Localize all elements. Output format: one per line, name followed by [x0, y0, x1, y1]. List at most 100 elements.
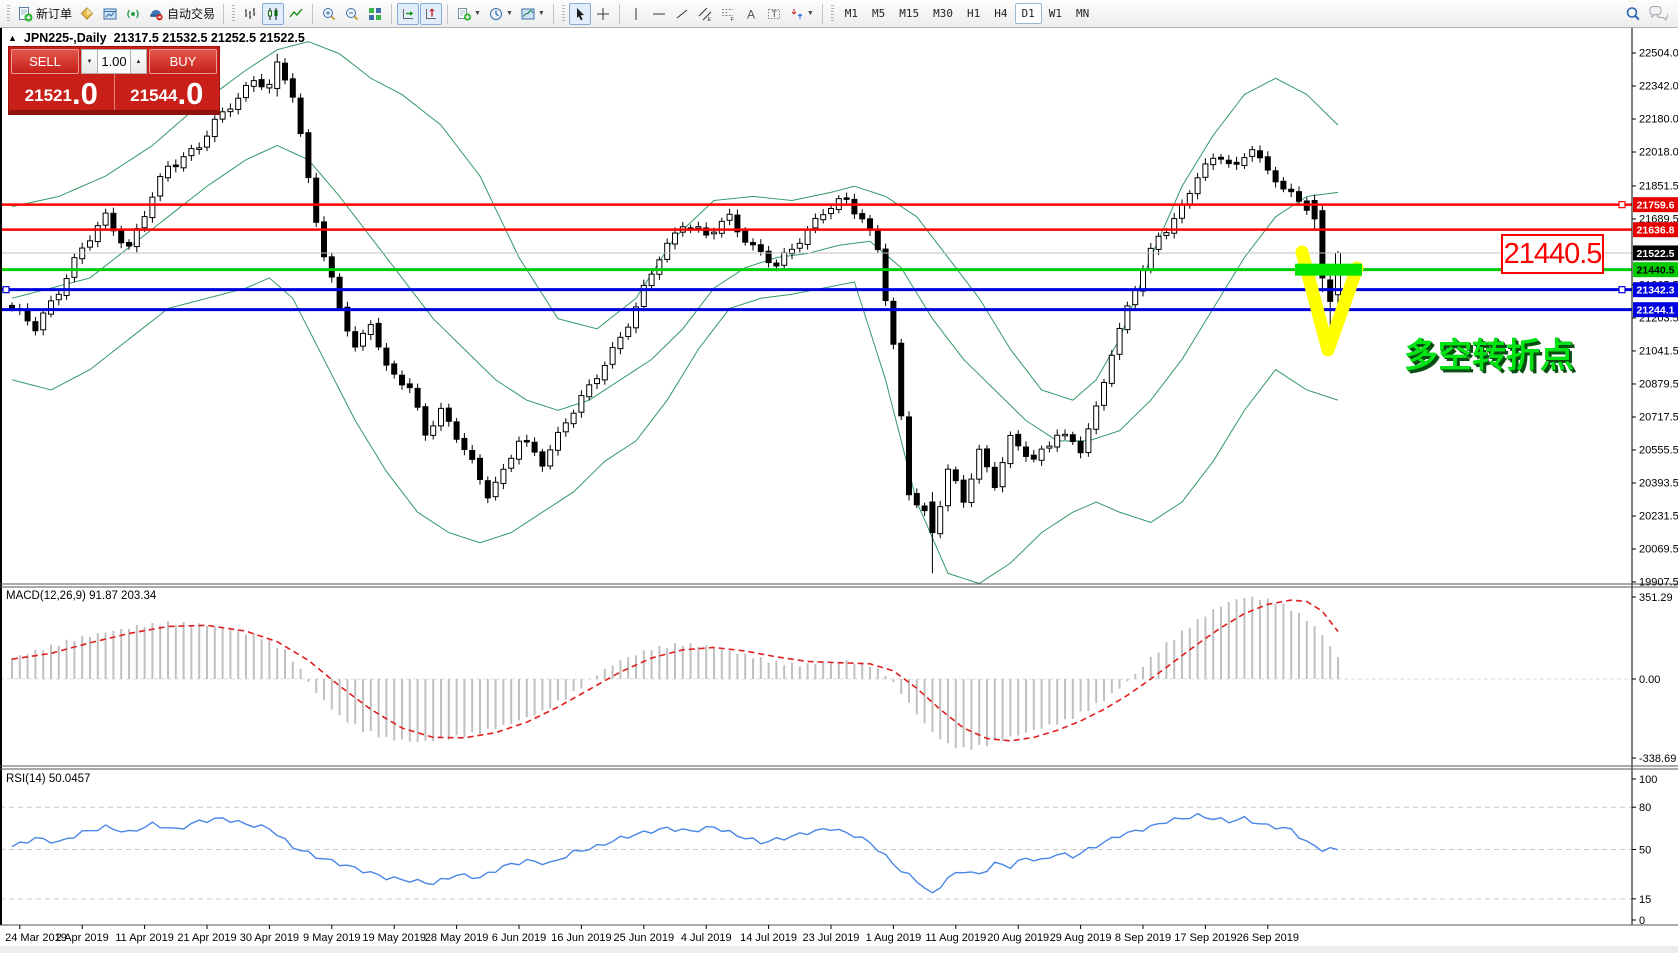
candle	[415, 384, 420, 411]
timeframe-button-m1[interactable]: M1	[838, 3, 865, 24]
timeframe-button-h1[interactable]: H1	[960, 3, 987, 24]
trend-annotation-text[interactable]: 多空转折点	[1404, 328, 1574, 377]
tile-windows-button[interactable]	[364, 3, 386, 25]
mt4-window: 新订单 自动交易	[0, 0, 1678, 953]
chat-icon[interactable]	[1648, 5, 1668, 23]
trendline-icon	[674, 6, 690, 22]
candle	[1086, 423, 1091, 457]
price-badge-21636.8: 21636.8	[1633, 222, 1678, 237]
candle	[1063, 429, 1068, 440]
collapse-trade-panel-icon[interactable]: ▲	[8, 33, 17, 43]
candle	[1125, 302, 1130, 334]
timeframe-button-m15[interactable]: M15	[892, 3, 926, 24]
candle	[1156, 232, 1161, 255]
bar-chart-mode-button[interactable]	[239, 3, 261, 25]
sell-button[interactable]: SELL	[11, 49, 79, 74]
chart-window-icon	[102, 6, 118, 22]
zoom-in-button[interactable]	[318, 3, 340, 25]
price-badge-21342.3: 21342.3	[1633, 282, 1678, 297]
periods-button[interactable]: ▼	[485, 3, 516, 25]
template-button[interactable]: ▼	[517, 3, 548, 25]
candlestick-mode-button[interactable]	[262, 3, 284, 25]
search-icon[interactable]	[1624, 5, 1642, 23]
auto-scroll-button[interactable]	[397, 3, 419, 25]
signals-button[interactable]	[122, 3, 144, 25]
buy-button[interactable]: BUY	[149, 49, 217, 74]
metaeditor-button[interactable]	[76, 3, 98, 25]
chart-title: ▲ JPN225-,Daily 21317.5 21532.5 21252.5 …	[8, 31, 305, 45]
chart-shift-button[interactable]	[420, 3, 442, 25]
new-order-button[interactable]: 新订单	[14, 3, 75, 25]
channel-tool-button[interactable]: E	[694, 3, 716, 25]
candle	[228, 103, 233, 117]
crosshair-tool-button[interactable]	[592, 3, 614, 25]
line-chart-mode-button[interactable]	[285, 3, 307, 25]
candle	[1031, 450, 1036, 463]
candle	[197, 142, 202, 154]
highlight-bar-annotation[interactable]	[1295, 264, 1362, 276]
timeframe-button-d1[interactable]: D1	[1015, 3, 1042, 24]
price-annotation-box[interactable]: 21440.5	[1501, 234, 1604, 274]
line-chart-icon	[288, 6, 304, 22]
arrows-tool-button[interactable]: ▼	[786, 3, 817, 25]
zoom-out-button[interactable]	[341, 3, 363, 25]
candle	[501, 464, 506, 489]
timeframe-button-mn[interactable]: MN	[1069, 3, 1096, 24]
line-handle[interactable]	[1619, 287, 1625, 293]
volume-decrease-button[interactable]: ▼	[81, 49, 98, 74]
candle	[1304, 197, 1309, 214]
buy-price-main: 21544	[130, 87, 177, 104]
candle	[127, 239, 132, 249]
cursor-icon	[572, 6, 588, 22]
candle	[1055, 430, 1060, 452]
price-tick-label: 22342.0	[1639, 81, 1678, 93]
fibonacci-tool-button[interactable]: F	[717, 3, 739, 25]
cursor-tool-button[interactable]	[569, 3, 591, 25]
time-tick-label: 9 May 2019	[303, 932, 360, 944]
bar-chart-icon	[242, 6, 258, 22]
candle	[361, 330, 366, 351]
candle	[56, 289, 61, 306]
trendline-tool-button[interactable]	[671, 3, 693, 25]
volume-increase-button[interactable]: ▲	[130, 49, 147, 74]
candle	[1109, 350, 1114, 387]
toolbar-separator	[447, 4, 448, 24]
text-tool-button[interactable]: A	[740, 3, 762, 25]
candle	[368, 320, 373, 340]
timeframe-button-m5[interactable]: M5	[865, 3, 892, 24]
candle	[969, 473, 974, 507]
horizontal-line-tool-button[interactable]	[648, 3, 670, 25]
toolbar-grip[interactable]	[7, 5, 10, 23]
toolbar-grip[interactable]	[562, 5, 565, 23]
sell-price[interactable]: 21521 .0	[9, 74, 115, 110]
candle	[1117, 323, 1122, 360]
timeframe-button-h4[interactable]: H4	[987, 3, 1014, 24]
timeframe-button-w1[interactable]: W1	[1042, 3, 1069, 24]
timeframe-button-m30[interactable]: M30	[926, 3, 960, 24]
text-label-tool-button[interactable]: T	[763, 3, 785, 25]
candle	[946, 464, 951, 511]
auto-trading-button[interactable]: 自动交易	[145, 3, 218, 25]
time-tick-label: 11 Apr 2019	[115, 932, 174, 944]
chart-area[interactable]: 22504.022342.022180.022018.021851.521689…	[0, 28, 1678, 953]
candle	[829, 204, 834, 219]
price-tick-label: 20879.5	[1639, 378, 1678, 390]
toolbar-grip[interactable]	[232, 5, 235, 23]
line-handle[interactable]	[1619, 202, 1625, 208]
candle	[985, 445, 990, 472]
candle	[189, 145, 194, 161]
macd-panel	[0, 597, 1632, 750]
toolbar-grip[interactable]	[831, 5, 834, 23]
line-handle[interactable]	[3, 287, 9, 293]
candle	[181, 152, 186, 171]
volume-value[interactable]: 1.00	[98, 49, 130, 74]
time-tick-label: 16 Jun 2019	[551, 932, 612, 944]
candle	[782, 248, 787, 269]
indicators-button[interactable]: ▼	[453, 3, 484, 25]
chart-window-button[interactable]	[99, 3, 121, 25]
time-tick-label: 1 Aug 2019	[866, 932, 922, 944]
candle	[735, 210, 740, 238]
buy-price[interactable]: 21544 .0	[115, 74, 220, 110]
vertical-line-tool-button[interactable]	[625, 3, 647, 25]
svg-text:21522.5: 21522.5	[1637, 248, 1675, 260]
